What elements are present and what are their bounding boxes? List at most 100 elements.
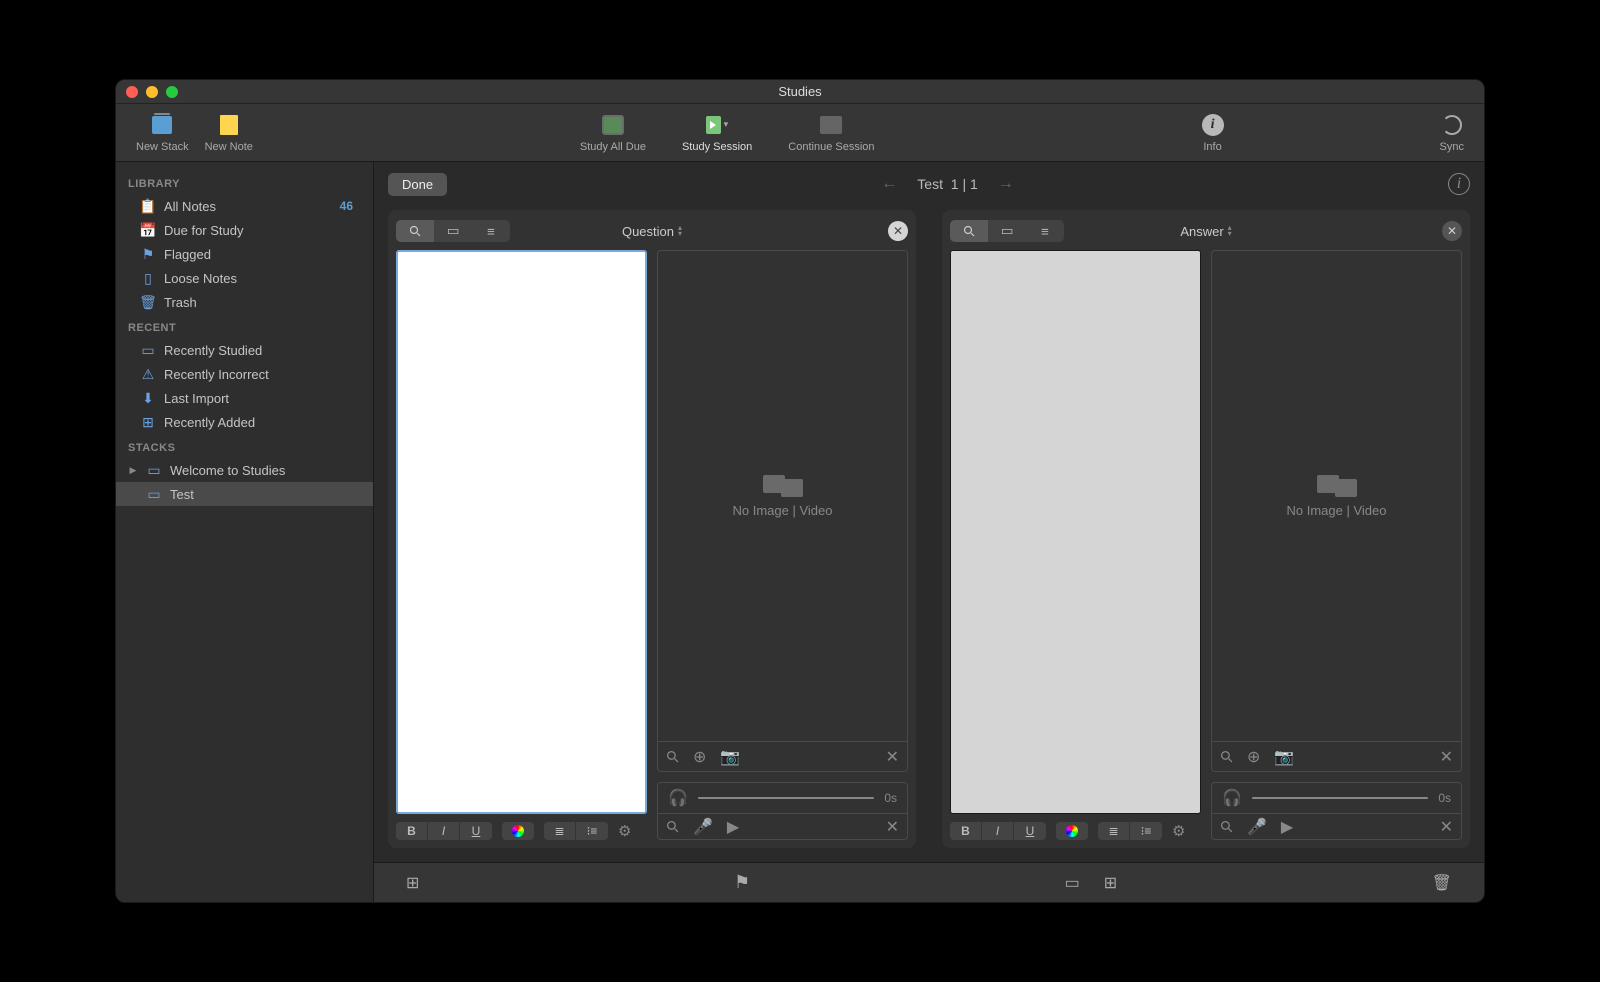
continue-icon (820, 116, 842, 134)
add-button[interactable]: ⊞ (1092, 873, 1129, 893)
underline-button[interactable]: U (1014, 822, 1046, 840)
app-window: Studies New Stack New Note Study All Due… (115, 79, 1485, 903)
color-icon (512, 825, 524, 837)
gear-icon[interactable]: ⚙ (618, 822, 631, 840)
add-media-icon[interactable]: ⊕ (1247, 747, 1260, 767)
search-icon[interactable] (666, 750, 679, 763)
sidebar-item-trash[interactable]: 🗑 Trash (116, 290, 373, 314)
traffic-lights (126, 86, 178, 98)
sidebar-item-recently-added[interactable]: ⊞ Recently Added (116, 410, 373, 434)
disclosure-triangle[interactable]: ▶ (128, 465, 138, 476)
camera-icon[interactable]: 📷 (720, 747, 740, 767)
folder-icon: ▭ (146, 486, 162, 502)
sidebar-item-flagged[interactable]: ⚑ Flagged (116, 242, 373, 266)
seg-list[interactable]: ≡ (1026, 220, 1064, 242)
audio-track[interactable] (698, 797, 874, 799)
sidebar-item-recently-incorrect[interactable]: ⚠ Recently Incorrect (116, 362, 373, 386)
section-recent: RECENT (116, 314, 373, 338)
gear-icon[interactable]: ⚙ (1172, 822, 1185, 840)
info-circle-button[interactable]: i (1448, 173, 1470, 195)
mic-icon[interactable]: 🎤 (1247, 817, 1267, 837)
notes-button[interactable]: ▭ (1053, 873, 1092, 893)
new-note-button[interactable]: New Note (197, 113, 261, 153)
color-icon (1066, 825, 1078, 837)
flag-icon: ⚑ (140, 246, 156, 262)
play-audio-icon[interactable]: ▶ (727, 817, 739, 837)
delete-button[interactable]: 🗑 (1420, 873, 1464, 893)
underline-button[interactable]: U (460, 822, 492, 840)
camera-icon[interactable]: 📷 (1274, 747, 1294, 767)
bullet-list-button[interactable]: ⁝≡ (1130, 822, 1162, 840)
next-arrow[interactable]: → (998, 175, 1014, 193)
done-button[interactable]: Done (388, 173, 447, 196)
seg-card[interactable]: ▭ (988, 220, 1026, 242)
calendar-icon: 📅 (140, 222, 156, 238)
footer: ⊞ ⚑ ▭ ⊞ 🗑 (374, 862, 1484, 902)
color-button[interactable] (502, 822, 534, 840)
sidebar-item-all-notes[interactable]: 📋 All Notes 46 (116, 194, 373, 218)
search-icon[interactable] (1220, 750, 1233, 763)
close-question[interactable]: ✕ (888, 221, 908, 241)
answer-format-bar: B I U ≣ ⁝≡ (950, 822, 1201, 840)
flag-button[interactable]: ⚑ (722, 872, 762, 893)
seg-search[interactable] (950, 220, 988, 242)
answer-textarea[interactable] (950, 250, 1201, 814)
breadcrumb: Test 1 | 1 (917, 176, 977, 192)
seg-card[interactable]: ▭ (434, 220, 472, 242)
media-placeholder-icon (763, 475, 803, 497)
sidebar-item-last-import[interactable]: ⬇ Last Import (116, 386, 373, 410)
card-icon: ▭ (140, 342, 156, 358)
sort-arrows-icon[interactable]: ▴▾ (678, 225, 682, 237)
numbered-list-button[interactable]: ≣ (1098, 822, 1130, 840)
sidebar-item-loose[interactable]: ▯ Loose Notes (116, 266, 373, 290)
folder-icon: ▭ (146, 462, 162, 478)
search-icon[interactable] (666, 820, 679, 833)
main-header: Done ← Test 1 | 1 → i (374, 162, 1484, 206)
maximize-window[interactable] (166, 86, 178, 98)
info-button[interactable]: i Info (1194, 113, 1232, 153)
prev-arrow[interactable]: ← (881, 175, 897, 193)
bold-button[interactable]: B (396, 822, 428, 840)
close-answer[interactable]: ✕ (1442, 221, 1462, 241)
clear-media[interactable]: ✕ (886, 747, 899, 767)
clipboard-icon: 📋 (140, 198, 156, 214)
add-card-button[interactable]: ⊞ (394, 873, 431, 893)
numbered-list-button[interactable]: ≣ (544, 822, 576, 840)
card-title-question: Question (622, 224, 674, 239)
question-format-bar: B I U ≣ ⁝≡ (396, 822, 647, 840)
close-window[interactable] (126, 86, 138, 98)
clear-media[interactable]: ✕ (1440, 747, 1453, 767)
seg-list[interactable]: ≡ (472, 220, 510, 242)
add-media-icon[interactable]: ⊕ (693, 747, 706, 767)
sync-button[interactable]: Sync (1432, 113, 1472, 153)
new-stack-button[interactable]: New Stack (128, 113, 197, 153)
study-session-button[interactable]: ▾ Study Session (674, 113, 760, 153)
clear-audio[interactable]: ✕ (886, 817, 899, 837)
study-all-due-button[interactable]: Study All Due (572, 113, 654, 153)
clear-audio[interactable]: ✕ (1440, 817, 1453, 837)
bullet-list-button[interactable]: ⁝≡ (576, 822, 608, 840)
italic-button[interactable]: I (982, 822, 1014, 840)
continue-session-button[interactable]: Continue Session (780, 113, 882, 153)
titlebar: Studies (116, 80, 1484, 104)
sidebar-item-test[interactable]: ▭ Test (116, 482, 373, 506)
search-icon[interactable] (1220, 820, 1233, 833)
seg-search[interactable] (396, 220, 434, 242)
question-media-box: No Image | Video ⊕ 📷 ✕ (657, 250, 908, 772)
color-button[interactable] (1056, 822, 1088, 840)
warning-icon: ⚠ (140, 366, 156, 382)
minimize-window[interactable] (146, 86, 158, 98)
answer-card: ▭ ≡ Answer ▴▾ ✕ (942, 210, 1470, 848)
question-card: ▭ ≡ Question ▴▾ ✕ (388, 210, 916, 848)
sidebar-item-due[interactable]: 📅 Due for Study (116, 218, 373, 242)
play-audio-icon[interactable]: ▶ (1281, 817, 1293, 837)
audio-track[interactable] (1252, 797, 1428, 799)
italic-button[interactable]: I (428, 822, 460, 840)
sort-arrows-icon[interactable]: ▴▾ (1228, 225, 1232, 237)
bold-button[interactable]: B (950, 822, 982, 840)
question-textarea[interactable] (396, 250, 647, 814)
play-icon: ▾ (706, 113, 728, 137)
sidebar-item-recently-studied[interactable]: ▭ Recently Studied (116, 338, 373, 362)
mic-icon[interactable]: 🎤 (693, 817, 713, 837)
sidebar-item-welcome[interactable]: ▶ ▭ Welcome to Studies (116, 458, 373, 482)
